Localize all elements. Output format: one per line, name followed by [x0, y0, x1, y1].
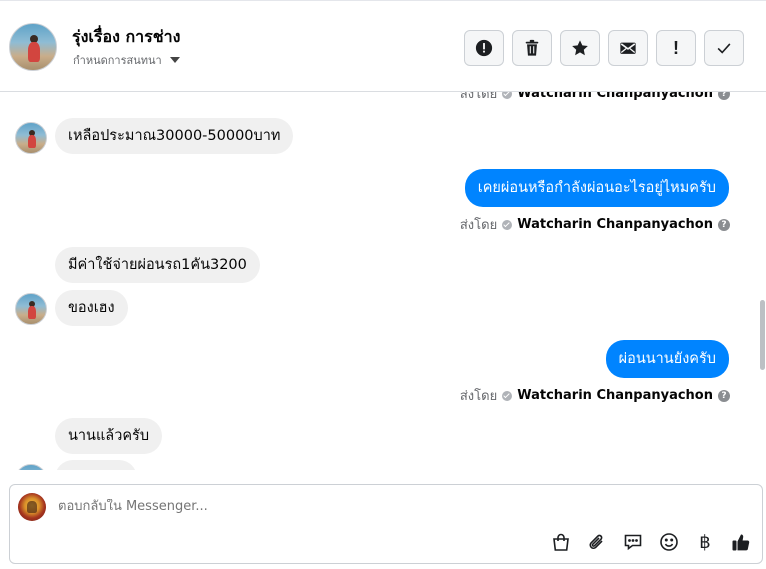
emoji-button[interactable] — [658, 531, 680, 553]
contact-avatar[interactable] — [9, 23, 57, 71]
sender-name[interactable]: Watcharin Chanpanyachon — [517, 217, 713, 232]
outgoing-message[interactable]: ผ่อนนานยังครับ — [605, 340, 729, 378]
star-icon — [572, 40, 588, 56]
incoming-message[interactable]: มีค่าใช้จ่ายผ่อนรถ1คัน3200 — [55, 247, 260, 283]
paperclip-icon — [589, 534, 603, 549]
important-button[interactable]: ! — [656, 30, 696, 66]
saved-replies-button[interactable] — [622, 531, 644, 553]
attach-button[interactable] — [586, 531, 608, 553]
outgoing-message[interactable]: เคยผ่อนหรือกำลังผ่อนอะไรอยู่ไหมครับ — [464, 169, 729, 207]
mark-unread-button[interactable] — [608, 30, 648, 66]
sent-by-prefix: ส่งโดย — [459, 92, 498, 102]
sent-by-prefix: ส่งโดย — [459, 389, 498, 404]
caret-down-icon — [169, 57, 180, 63]
sent-by-prefix: ส่งโดย — [459, 218, 498, 233]
incoming-message-partial[interactable] — [55, 460, 137, 470]
sender-name[interactable]: Watcharin Chanpanyachon — [517, 92, 713, 101]
emoji-icon — [660, 533, 678, 551]
delete-button[interactable] — [512, 30, 552, 66]
contact-avatar-small[interactable] — [15, 122, 47, 154]
conversation-options-dropdown[interactable]: กำหนดการสนทนา — [73, 51, 180, 69]
conversation-header: รุ่งเรื่อง การช่าง กำหนดการสนทนา ! — [0, 0, 766, 92]
thumbs-up-icon — [732, 534, 750, 551]
contact-avatar-small[interactable] — [15, 293, 47, 325]
sent-by-label: ส่งโดย Watcharin Chanpanyachon ? — [460, 92, 730, 104]
reply-composer: ฿ — [9, 484, 763, 564]
conversation-options-label: กำหนดการสนทนา — [73, 54, 162, 67]
sent-by-label: ส่งโดย Watcharin Chanpanyachon ? — [460, 214, 730, 235]
incoming-message[interactable]: ของเฮง — [55, 290, 128, 326]
trash-icon — [525, 39, 539, 56]
incoming-message[interactable]: นานแล้วครับ — [55, 418, 163, 454]
contact-avatar-small[interactable] — [15, 464, 47, 470]
thread-scrollbar-thumb[interactable] — [760, 300, 765, 370]
report-button[interactable] — [464, 30, 504, 66]
page-avatar — [18, 493, 46, 521]
message-thread[interactable]: ส่งโดย Watcharin Chanpanyachon ? เหลือปร… — [0, 92, 766, 470]
verified-check-icon — [502, 219, 513, 230]
envelope-icon — [620, 42, 636, 54]
help-icon[interactable]: ? — [718, 218, 730, 231]
exclamation-icon: ! — [673, 37, 679, 58]
contact-name[interactable]: รุ่งเรื่อง การช่าง — [72, 25, 180, 50]
shop-button[interactable] — [550, 531, 572, 553]
composer-tools: ฿ — [550, 531, 752, 553]
chat-bubble-icon — [624, 534, 642, 551]
shopping-bag-icon — [553, 533, 569, 551]
help-icon[interactable]: ? — [718, 389, 730, 402]
payment-button[interactable]: ฿ — [694, 531, 716, 553]
incoming-message[interactable]: เหลือประมาณ30000-50000บาท — [55, 118, 294, 154]
mark-done-button[interactable] — [704, 30, 744, 66]
verified-check-icon — [502, 92, 513, 99]
like-button[interactable] — [730, 531, 752, 553]
alert-circle-icon — [475, 39, 493, 57]
check-icon — [717, 43, 731, 54]
reply-input[interactable] — [58, 499, 658, 514]
sent-by-label: ส่งโดย Watcharin Chanpanyachon ? — [460, 385, 730, 406]
help-icon[interactable]: ? — [718, 92, 730, 100]
thread-scrollbar[interactable] — [758, 92, 766, 470]
sender-name[interactable]: Watcharin Chanpanyachon — [517, 388, 713, 403]
header-actions: ! — [464, 30, 744, 66]
baht-icon: ฿ — [699, 531, 711, 553]
verified-check-icon — [502, 390, 513, 401]
star-button[interactable] — [560, 30, 600, 66]
